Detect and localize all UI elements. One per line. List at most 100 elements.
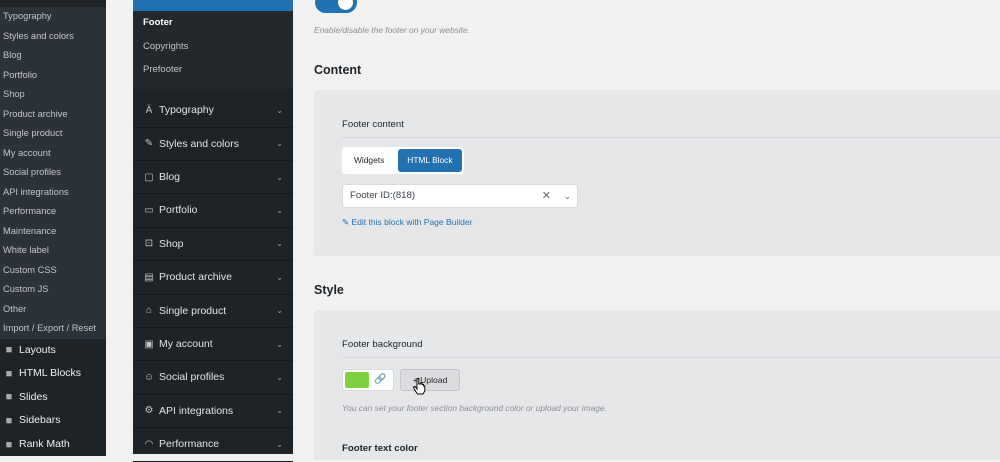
content-card: Footer content Widgets HTML Block Footer… xyxy=(314,90,1000,256)
wp-submenu-item[interactable]: My account xyxy=(0,144,106,164)
archive-icon: ▤ xyxy=(144,271,154,283)
chevron-down-icon: ⌄ xyxy=(276,306,283,316)
chevron-down-icon: ⌄ xyxy=(276,439,283,449)
cart-icon: ⊡ xyxy=(144,238,154,250)
wp-submenu-item[interactable]: Performance xyxy=(0,202,106,222)
options-section[interactable]: ▢ Blog ⌄ xyxy=(133,161,293,195)
background-hint: You can set your footer section backgrou… xyxy=(342,403,607,413)
footer-content-tabs: Widgets HTML Block xyxy=(342,147,464,174)
wp-menu-item[interactable]: ■ Sidebars xyxy=(0,409,106,433)
chevron-down-icon: ⌄ xyxy=(276,172,283,182)
wp-menu-item[interactable]: ■ Layouts xyxy=(0,338,106,363)
options-section[interactable]: ⌂ Single product ⌄ xyxy=(133,294,293,328)
wp-menu-item-label: Sidebars xyxy=(19,414,61,427)
wp-submenu-item[interactable]: Typography xyxy=(0,7,106,27)
chevron-down-icon: ⌄ xyxy=(276,339,283,349)
footer-block-select[interactable]: Footer ID:(818) ✕ ⌄ xyxy=(342,184,578,208)
wp-menu-item[interactable]: ■ Rank Math xyxy=(0,432,106,457)
brush-icon: ✎ xyxy=(144,138,154,150)
wp-submenu-item[interactable]: Blog xyxy=(0,46,106,66)
subsection-link[interactable]: Footer xyxy=(133,11,293,35)
wp-submenu-item[interactable]: Custom JS xyxy=(0,280,106,300)
divider xyxy=(342,137,1000,138)
footer-enable-toggle[interactable] xyxy=(315,0,357,13)
subsection-link[interactable]: Prefooter xyxy=(133,58,293,82)
wp-menu-item[interactable]: ■ HTML Blocks xyxy=(0,362,106,386)
wp-submenu-item[interactable]: Product archive xyxy=(0,105,106,125)
link-icon[interactable]: 🔗 xyxy=(374,372,386,388)
wp-submenu-item[interactable]: Other xyxy=(0,300,106,320)
options-section[interactable]: ⊡ Shop ⌄ xyxy=(133,228,293,262)
wp-submenu-item[interactable]: Import / Export / Reset xyxy=(0,319,106,339)
wp-submenu-item[interactable]: API integrations xyxy=(0,183,106,203)
wp-submenu-item[interactable]: Single product xyxy=(0,124,106,144)
options-section[interactable]: Ä Typography ⌄ xyxy=(133,94,293,128)
footer-content-label: Footer content xyxy=(342,119,404,130)
gauge-icon: ◠ xyxy=(144,438,154,450)
menu-gap xyxy=(106,0,133,454)
footer-background-label: Footer background xyxy=(342,339,423,350)
options-section[interactable]: ◠ Performance ⌄ xyxy=(133,428,293,462)
section-label: Portfolio xyxy=(159,204,198,217)
clear-icon[interactable]: ✕ xyxy=(542,185,551,207)
chevron-down-icon: ⌄ xyxy=(276,139,283,149)
layers-icon: ■ xyxy=(5,344,13,357)
section-label: Single product xyxy=(159,304,227,317)
content-section-title: Content xyxy=(314,63,362,77)
options-section[interactable]: ✎ Styles and colors ⌄ xyxy=(133,127,293,161)
theme-options-sidebar: Footer Copyrights Prefooter Ä Typography ⌄ ✎ S… xyxy=(133,0,293,462)
wp-menu-item[interactable]: ■ Slides xyxy=(0,385,106,410)
wp-submenu-item[interactable]: Custom CSS xyxy=(0,261,106,281)
account-icon: ▣ xyxy=(144,338,154,350)
chevron-down-icon: ⌄ xyxy=(276,372,283,382)
wp-submenu-item[interactable]: Shop xyxy=(0,85,106,105)
chevron-down-icon: ⌄ xyxy=(276,272,283,282)
color-swatch[interactable] xyxy=(345,372,369,388)
sidebars-icon: ■ xyxy=(5,415,13,428)
section-label: Performance xyxy=(159,438,220,451)
options-section[interactable]: ▭ Portfolio ⌄ xyxy=(133,194,293,228)
edit-link-label: Edit this block with Page Builder xyxy=(351,217,473,227)
tab-widgets[interactable]: Widgets xyxy=(342,147,396,174)
wp-menu-item-label: Layouts xyxy=(19,343,56,356)
tab-html-block[interactable]: HTML Block xyxy=(398,149,462,172)
options-section[interactable]: ⚙ API integrations ⌄ xyxy=(133,395,293,429)
bag-icon: ⌂ xyxy=(145,305,153,317)
active-section-header[interactable] xyxy=(133,0,293,11)
section-label: Product archive xyxy=(159,271,232,284)
wp-submenu-item[interactable]: Styles and colors xyxy=(0,27,106,47)
section-label: My account xyxy=(159,338,213,351)
section-label: Blog xyxy=(159,171,181,184)
wp-submenu-item[interactable]: Portfolio xyxy=(0,66,106,86)
edit-block-link[interactable]: ✎ Edit this block with Page Builder xyxy=(342,217,472,228)
wp-submenu-item[interactable]: Maintenance xyxy=(0,222,106,242)
wp-submenu-item[interactable]: White label xyxy=(0,241,106,261)
chevron-down-icon[interactable]: ⌄ xyxy=(563,185,571,207)
blocks-icon: ■ xyxy=(5,367,13,380)
upload-button[interactable]: + Upload xyxy=(400,369,460,391)
footer-text-color-label: Footer text color xyxy=(342,443,418,454)
options-section[interactable]: ▣ My account ⌄ xyxy=(133,328,293,362)
typography-icon: Ä xyxy=(145,104,153,116)
select-value: Footer ID:(818) xyxy=(350,190,416,201)
chevron-down-icon: ⌄ xyxy=(276,105,283,115)
section-label: Shop xyxy=(159,237,184,250)
color-picker[interactable]: 🔗 xyxy=(342,369,394,391)
wp-menu-item-label: HTML Blocks xyxy=(19,367,82,380)
subsection-link[interactable]: Copyrights xyxy=(133,35,293,59)
chevron-down-icon: ⌄ xyxy=(276,205,283,215)
divider xyxy=(342,357,1000,358)
section-label: Styles and colors xyxy=(159,137,239,150)
options-section[interactable]: ▤ Product archive ⌄ xyxy=(133,261,293,295)
wp-submenu-item[interactable]: Social profiles xyxy=(0,163,106,183)
gear-icon: ⚙ xyxy=(144,405,154,417)
hand-cursor-icon xyxy=(412,378,426,395)
chevron-down-icon: ⌄ xyxy=(276,406,283,416)
pencil-icon: ✎ xyxy=(342,217,350,227)
slides-icon: ■ xyxy=(5,391,13,404)
portfolio-icon: ▭ xyxy=(144,204,154,216)
settings-main-area: Enable/disable the footer on your websit… xyxy=(293,0,1000,460)
rank-math-icon: ■ xyxy=(5,438,13,451)
footer-subsections: Footer Copyrights Prefooter xyxy=(133,11,293,89)
options-section[interactable]: ☺ Social profiles ⌄ xyxy=(133,361,293,395)
